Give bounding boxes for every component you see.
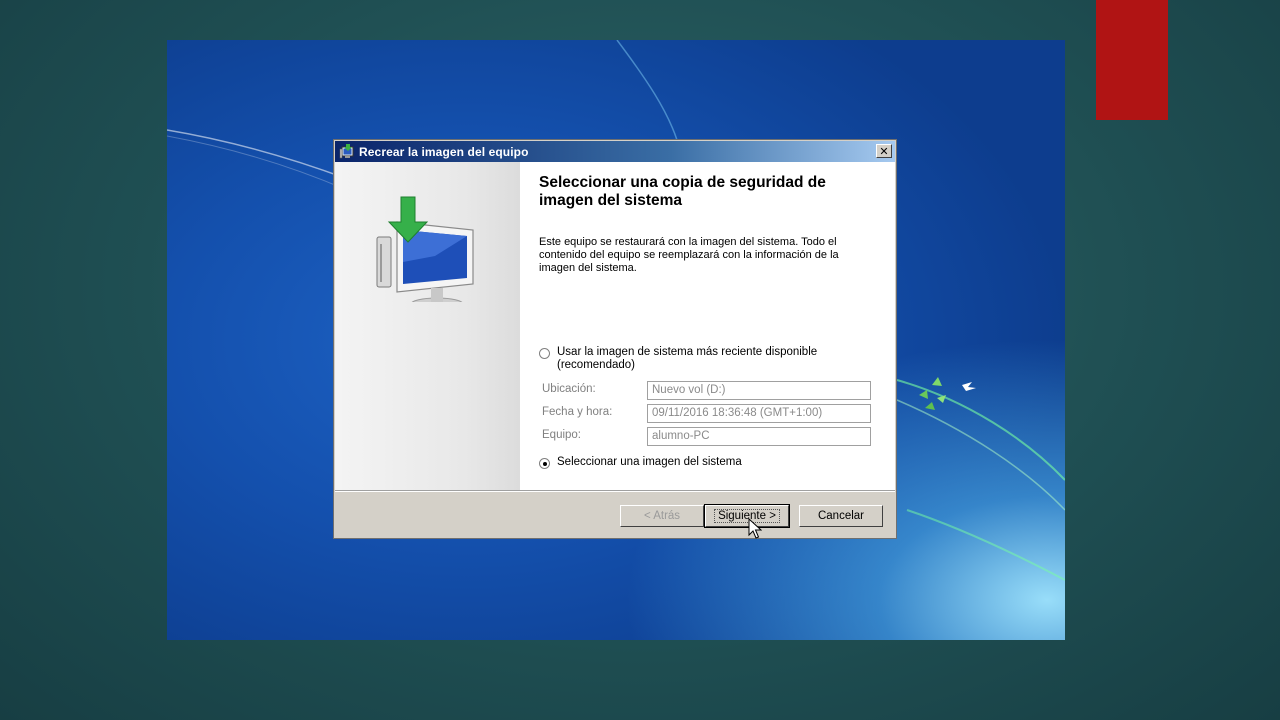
radio-button-latest[interactable] bbox=[539, 348, 550, 359]
mouse-pointer-icon bbox=[748, 518, 762, 539]
close-button[interactable]: ✕ bbox=[876, 144, 892, 158]
close-icon: ✕ bbox=[879, 144, 889, 158]
next-button[interactable]: Siguiente > bbox=[704, 504, 790, 528]
wizard-footer: < Atrás Siguiente > Cancelar bbox=[335, 490, 895, 538]
page-description: Este equipo se restaurará con la imagen … bbox=[539, 236, 839, 274]
leaf-decoration bbox=[919, 377, 946, 410]
radio-label-latest: Usar la imagen de sistema más reciente d… bbox=[557, 346, 818, 371]
datetime-label: Fecha y hora: bbox=[542, 406, 613, 418]
computer-field: alumno-PC bbox=[647, 427, 871, 446]
location-field: Nuevo vol (D:) bbox=[647, 381, 871, 400]
radio-select-image[interactable]: Seleccionar una imagen del sistema bbox=[539, 456, 742, 469]
cancel-button[interactable]: Cancelar bbox=[799, 505, 883, 527]
page-title: Seleccionar una copia de seguridad de im… bbox=[539, 174, 826, 209]
backup-restore-icon bbox=[339, 143, 354, 158]
next-button-label: Siguiente > bbox=[714, 509, 780, 523]
wizard-side-panel bbox=[335, 162, 520, 490]
datetime-field: 09/11/2016 18:36:48 (GMT+1:00) bbox=[647, 404, 871, 423]
title-bar[interactable]: Recrear la imagen del equipo ✕ bbox=[335, 141, 895, 162]
bird-decoration bbox=[962, 382, 976, 391]
slide-red-accent bbox=[1096, 0, 1168, 120]
computer-label: Equipo: bbox=[542, 429, 582, 441]
restore-image-dialog: Recrear la imagen del equipo ✕ Seleccion… bbox=[333, 139, 897, 539]
radio-button-select[interactable] bbox=[539, 458, 550, 469]
back-button[interactable]: < Atrás bbox=[620, 505, 704, 527]
radio-label-select: Seleccionar una imagen del sistema bbox=[557, 456, 742, 468]
wizard-body: Seleccionar una copia de seguridad de im… bbox=[335, 162, 895, 490]
monitor-restore-arrow-icon bbox=[376, 196, 474, 302]
window-title: Recrear la imagen del equipo bbox=[359, 144, 529, 159]
location-label: Ubicación: bbox=[542, 383, 596, 395]
radio-use-latest-image[interactable]: Usar la imagen de sistema más reciente d… bbox=[539, 346, 847, 372]
